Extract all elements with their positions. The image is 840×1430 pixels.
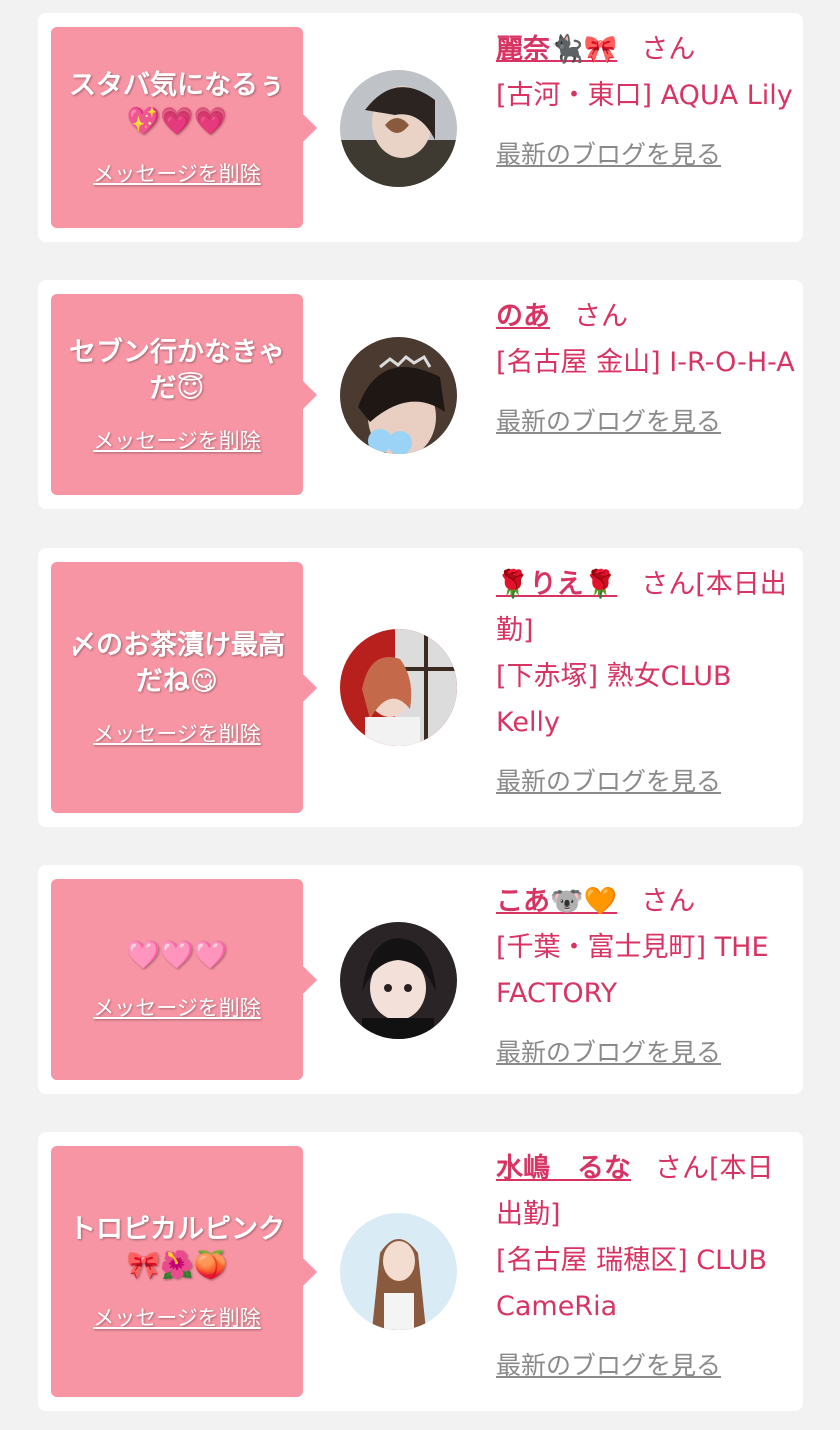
- latest-blog-link[interactable]: 最新のブログを見る: [496, 1346, 721, 1382]
- avatar[interactable]: [340, 922, 457, 1039]
- message-text: 〆のお茶漬け最高だね😋: [69, 629, 285, 697]
- honorific: さん: [641, 886, 696, 917]
- delete-message-button[interactable]: メッセージを削除: [93, 992, 261, 1022]
- sender-info: 水嶋 るな さん[本日出勤] [名古屋 瑞穂区] CLUB CameRia 最新の…: [496, 1146, 796, 1382]
- message-card: トロピカルピンク🎀🌺🍑 メッセージを削除 水嶋 るな さん[本日出勤] [名古屋 …: [38, 1132, 803, 1411]
- sender-info: のあ さん [名古屋 金山] I-R-O-H-A 最新のブログを見る: [496, 294, 796, 438]
- message-text: スタバ気になるぅ💖💗💗: [69, 69, 285, 137]
- delete-message-button[interactable]: メッセージを削除: [93, 1302, 261, 1332]
- latest-blog-link[interactable]: 最新のブログを見る: [496, 762, 721, 798]
- message-bubble: 〆のお茶漬け最高だね😋 メッセージを削除: [51, 562, 317, 813]
- avatar[interactable]: [340, 337, 457, 454]
- shop-name: [名古屋 瑞穂区] CLUB CameRia: [496, 1245, 768, 1322]
- avatar-photo-icon: [340, 337, 457, 454]
- message-text: トロピカルピンク🎀🌺🍑: [69, 1213, 285, 1281]
- avatar-photo-icon: [340, 922, 457, 1039]
- delete-message-button[interactable]: メッセージを削除: [93, 718, 261, 748]
- sender-name-link[interactable]: こあ🐨🧡: [496, 886, 617, 917]
- sender-name-link[interactable]: 麗奈🐈‍⬛🎀: [496, 34, 617, 65]
- message-bubble: トロピカルピンク🎀🌺🍑 メッセージを削除: [51, 1146, 317, 1397]
- avatar[interactable]: [340, 1213, 457, 1330]
- avatar-photo-icon: [340, 70, 457, 187]
- shop-name: [名古屋 金山] I-R-O-H-A: [496, 347, 795, 378]
- shop-name: [下赤塚] 熟女CLUB Kelly: [496, 661, 732, 738]
- avatar[interactable]: [340, 70, 457, 187]
- sender-info: こあ🐨🧡 さん [千葉・富士見町] THE FACTORY 最新のブログを見る: [496, 879, 796, 1069]
- delete-message-button[interactable]: メッセージを削除: [93, 425, 261, 455]
- latest-blog-link[interactable]: 最新のブログを見る: [496, 402, 721, 438]
- honorific: さん: [641, 34, 696, 65]
- message-card: 〆のお茶漬け最高だね😋 メッセージを削除 🌹りえ🌹 さん[本日出勤] [下赤塚] …: [38, 548, 803, 827]
- honorific: さん: [574, 301, 628, 332]
- shop-name: [千葉・富士見町] THE FACTORY: [496, 932, 769, 1009]
- message-card: スタバ気になるぅ💖💗💗 メッセージを削除 麗奈🐈‍⬛🎀 さん [古河・東口] AQ…: [38, 13, 803, 242]
- message-card: セブン行かなきゃだ😇 メッセージを削除 のあ さん [名古屋 金山] I-R-O-…: [38, 280, 803, 509]
- message-card: 🩷🩷🩷 メッセージを削除 こあ🐨🧡 さん [千葉・富士見町] THE FACTOR…: [38, 865, 803, 1094]
- message-text: セブン行かなきゃだ😇: [69, 336, 285, 404]
- message-bubble: 🩷🩷🩷 メッセージを削除: [51, 879, 317, 1080]
- delete-message-button[interactable]: メッセージを削除: [93, 158, 261, 188]
- avatar-photo-icon: [340, 1213, 457, 1330]
- sender-name-link[interactable]: 🌹りえ🌹: [496, 569, 617, 600]
- latest-blog-link[interactable]: 最新のブログを見る: [496, 1033, 721, 1069]
- sender-name-link[interactable]: のあ: [496, 301, 550, 332]
- message-text: 🩷🩷🩷: [126, 939, 228, 971]
- avatar[interactable]: [340, 629, 457, 746]
- avatar-photo-icon: [340, 629, 457, 746]
- message-list: スタバ気になるぅ💖💗💗 メッセージを削除 麗奈🐈‍⬛🎀 さん [古河・東口] AQ…: [0, 0, 840, 1430]
- shop-name: [古河・東口] AQUA Lily: [496, 80, 793, 111]
- latest-blog-link[interactable]: 最新のブログを見る: [496, 135, 721, 171]
- message-bubble: セブン行かなきゃだ😇 メッセージを削除: [51, 294, 317, 495]
- sender-name-link[interactable]: 水嶋 るな: [496, 1153, 631, 1184]
- message-bubble: スタバ気になるぅ💖💗💗 メッセージを削除: [51, 27, 317, 228]
- sender-info: 🌹りえ🌹 さん[本日出勤] [下赤塚] 熟女CLUB Kelly 最新のブログを見…: [496, 562, 796, 798]
- sender-info: 麗奈🐈‍⬛🎀 さん [古河・東口] AQUA Lily 最新のブログを見る: [496, 27, 796, 171]
